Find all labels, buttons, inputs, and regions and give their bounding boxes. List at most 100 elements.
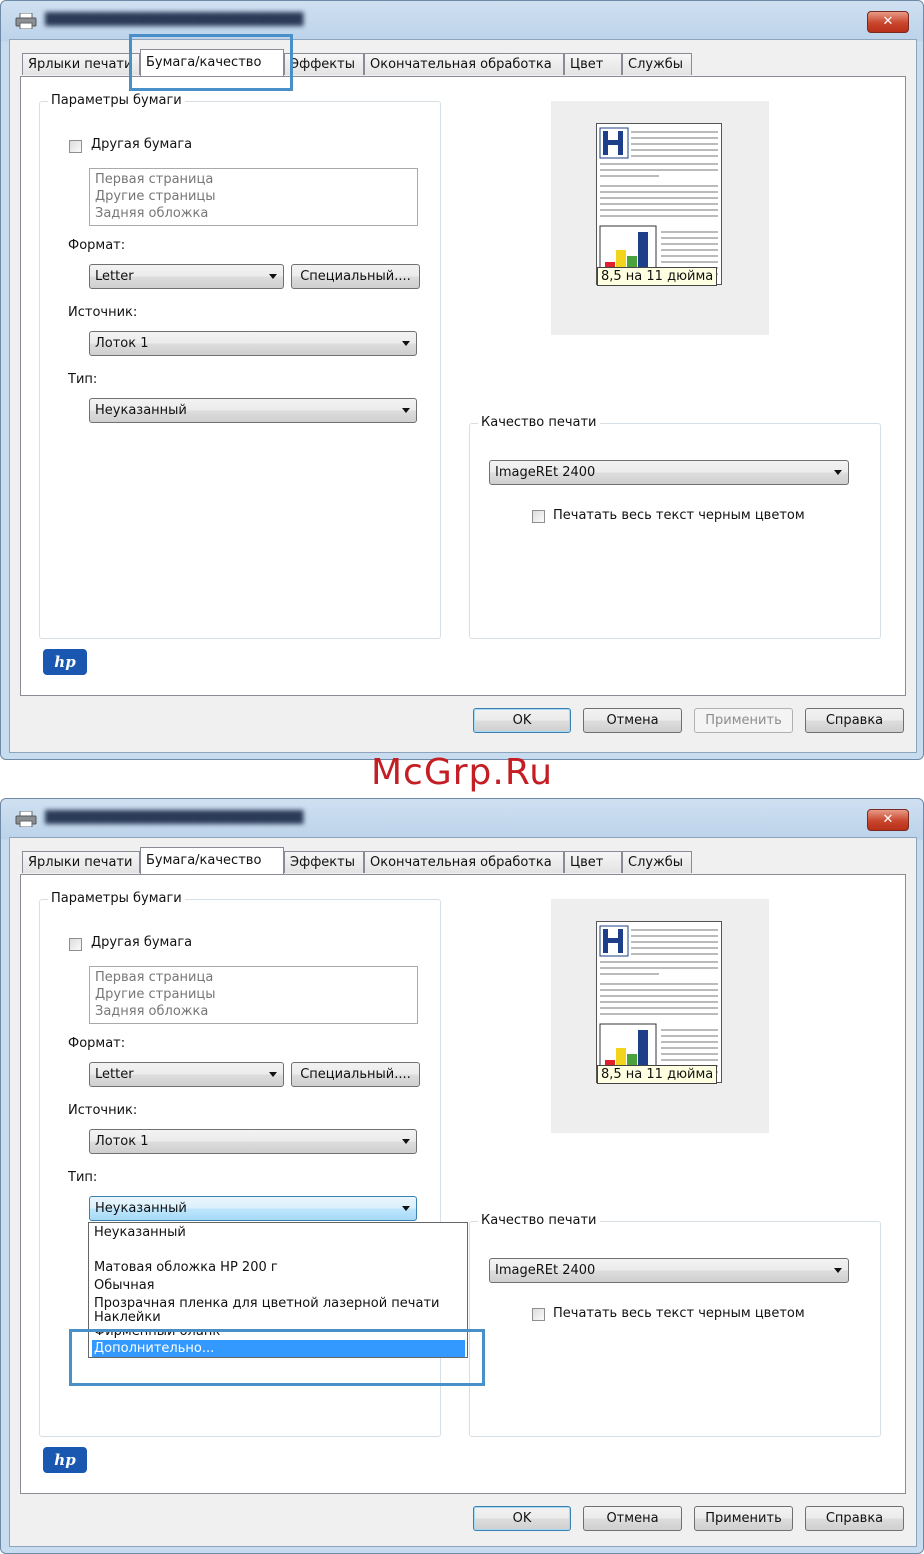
document-preview-icon xyxy=(599,925,718,1081)
paper-size-label: 8,5 на 11 дюйма xyxy=(597,1065,718,1084)
format-label: Формат: xyxy=(68,1036,126,1051)
list-item: Первая страница xyxy=(95,970,214,985)
hp-logo: hp xyxy=(43,1447,87,1473)
pages-listbox: Первая страница Другие страницы Задняя о… xyxy=(89,966,418,1024)
printer-icon xyxy=(15,811,37,827)
print-quality-group: Качество печати ImageREt 2400 Печатать в… xyxy=(469,1213,881,1437)
type-label: Тип: xyxy=(68,1170,98,1185)
black-text-label: Печатать весь текст черным цветом xyxy=(553,1306,805,1321)
page-thumbnail xyxy=(596,921,722,1083)
paper-options-group: Параметры бумаги Другая бумага Первая ст… xyxy=(39,93,441,639)
dialog-body: Ярлыки печати Бумага/качество Эффекты Ок… xyxy=(9,837,917,1547)
ok-button[interactable]: OK xyxy=(473,708,571,733)
custom-size-button[interactable]: Специальный.... xyxy=(291,264,420,289)
ok-button[interactable]: OK xyxy=(473,1506,571,1531)
dropdown-item-blank[interactable] xyxy=(92,1241,465,1258)
tab-finishing[interactable]: Окончательная обработка xyxy=(364,851,564,873)
other-paper-checkbox[interactable] xyxy=(69,140,82,153)
chevron-down-icon xyxy=(402,408,410,413)
type-label: Тип: xyxy=(68,372,98,387)
format-select[interactable]: Letter xyxy=(89,264,284,289)
close-icon: ✕ xyxy=(882,14,894,29)
tab-paper-quality[interactable]: Бумага/качество xyxy=(140,49,284,76)
help-button[interactable]: Справка xyxy=(805,1506,904,1531)
window-title-blurred: ████████████████████████████ xyxy=(45,810,304,824)
format-select[interactable]: Letter xyxy=(89,1062,284,1087)
tab-services[interactable]: Службы xyxy=(622,851,692,873)
page-preview: 8,5 на 11 дюйма xyxy=(551,101,769,335)
tab-effects[interactable]: Эффекты xyxy=(284,53,364,75)
black-text-checkbox[interactable] xyxy=(532,510,545,523)
type-value: Неуказанный xyxy=(95,403,187,418)
other-paper-label: Другая бумага xyxy=(91,935,193,950)
other-paper-label: Другая бумага xyxy=(91,137,193,152)
dialog-body: Ярлыки печати Бумага/качество Эффекты Ок… xyxy=(9,39,917,753)
format-label: Формат: xyxy=(68,238,126,253)
tab-color[interactable]: Цвет xyxy=(564,851,622,873)
tab-effects[interactable]: Эффекты xyxy=(284,851,364,873)
paper-options-legend: Параметры бумаги xyxy=(48,93,185,108)
title-bar[interactable]: ████████████████████████████ ✕ xyxy=(1,799,923,837)
other-paper-checkbox[interactable] xyxy=(69,938,82,951)
tab-color[interactable]: Цвет xyxy=(564,53,622,75)
cancel-button[interactable]: Отмена xyxy=(583,708,682,733)
dropdown-item-matte-cover[interactable]: Матовая обложка HP 200 г xyxy=(92,1259,465,1276)
paper-size-label: 8,5 на 11 дюйма xyxy=(597,267,718,286)
print-quality-value: ImageREt 2400 xyxy=(495,465,596,480)
print-settings-dialog-2: ████████████████████████████ ✕ Ярлыки пе… xyxy=(0,798,924,1554)
document-preview-icon xyxy=(599,127,718,283)
chevron-down-icon xyxy=(834,1268,842,1273)
dropdown-item-plain[interactable]: Обычная xyxy=(92,1277,465,1294)
print-quality-select[interactable]: ImageREt 2400 xyxy=(489,460,849,485)
print-settings-dialog-1: ████████████████████████████ ✕ Ярлыки пе… xyxy=(0,0,924,760)
source-value: Лоток 1 xyxy=(95,1134,149,1149)
pages-listbox: Первая страница Другие страницы Задняя о… xyxy=(89,168,418,226)
source-label: Источник: xyxy=(68,1103,138,1118)
chevron-down-icon xyxy=(269,274,277,279)
apply-button[interactable]: Применить xyxy=(694,1506,793,1531)
cancel-button[interactable]: Отмена xyxy=(583,1506,682,1531)
close-icon: ✕ xyxy=(882,812,894,827)
dropdown-item-unspecified[interactable]: Неуказанный xyxy=(92,1224,465,1241)
type-value: Неуказанный xyxy=(95,1201,187,1216)
tab-shortcuts[interactable]: Ярлыки печати xyxy=(22,53,140,75)
close-button[interactable]: ✕ xyxy=(867,809,909,831)
black-text-checkbox[interactable] xyxy=(532,1308,545,1321)
hp-logo: hp xyxy=(43,649,87,675)
page-preview: 8,5 на 11 дюйма xyxy=(551,899,769,1133)
help-button[interactable]: Справка xyxy=(805,708,904,733)
type-select[interactable]: Неуказанный xyxy=(89,398,417,423)
print-quality-legend: Качество печати xyxy=(478,1213,600,1228)
print-quality-legend: Качество печати xyxy=(478,415,600,430)
list-item: Другие страницы xyxy=(95,987,216,1002)
list-item: Первая страница xyxy=(95,172,214,187)
list-item: Другие страницы xyxy=(95,189,216,204)
custom-size-button[interactable]: Специальный.... xyxy=(291,1062,420,1087)
print-quality-select[interactable]: ImageREt 2400 xyxy=(489,1258,849,1283)
watermark-text: McGrp.Ru xyxy=(370,752,554,793)
tab-panel: Параметры бумаги Другая бумага Первая ст… xyxy=(20,874,906,1494)
tab-panel: Параметры бумаги Другая бумага Первая ст… xyxy=(20,76,906,696)
format-value: Letter xyxy=(95,1067,134,1082)
type-select[interactable]: Неуказанный xyxy=(89,1196,417,1221)
source-value: Лоток 1 xyxy=(95,336,149,351)
print-quality-group: Качество печати ImageREt 2400 Печатать в… xyxy=(469,415,881,639)
window-title-blurred: ████████████████████████████ xyxy=(45,12,304,26)
tab-services[interactable]: Службы xyxy=(622,53,692,75)
printer-icon xyxy=(15,13,37,29)
print-quality-value: ImageREt 2400 xyxy=(495,1263,596,1278)
tab-finishing[interactable]: Окончательная обработка xyxy=(364,53,564,75)
apply-button[interactable]: Применить xyxy=(694,708,793,733)
tab-paper-quality[interactable]: Бумага/качество xyxy=(140,847,284,874)
callout-highlight-more xyxy=(69,1329,485,1386)
dropdown-item-labels[interactable]: Наклейки xyxy=(92,1309,465,1321)
list-item: Задняя обложка xyxy=(95,1004,209,1019)
close-button[interactable]: ✕ xyxy=(867,11,909,33)
chevron-down-icon xyxy=(269,1072,277,1077)
format-value: Letter xyxy=(95,269,134,284)
chevron-down-icon xyxy=(402,1139,410,1144)
tab-shortcuts[interactable]: Ярлыки печати xyxy=(22,851,140,873)
source-select[interactable]: Лоток 1 xyxy=(89,331,417,356)
black-text-label: Печатать весь текст черным цветом xyxy=(553,508,805,523)
source-select[interactable]: Лоток 1 xyxy=(89,1129,417,1154)
